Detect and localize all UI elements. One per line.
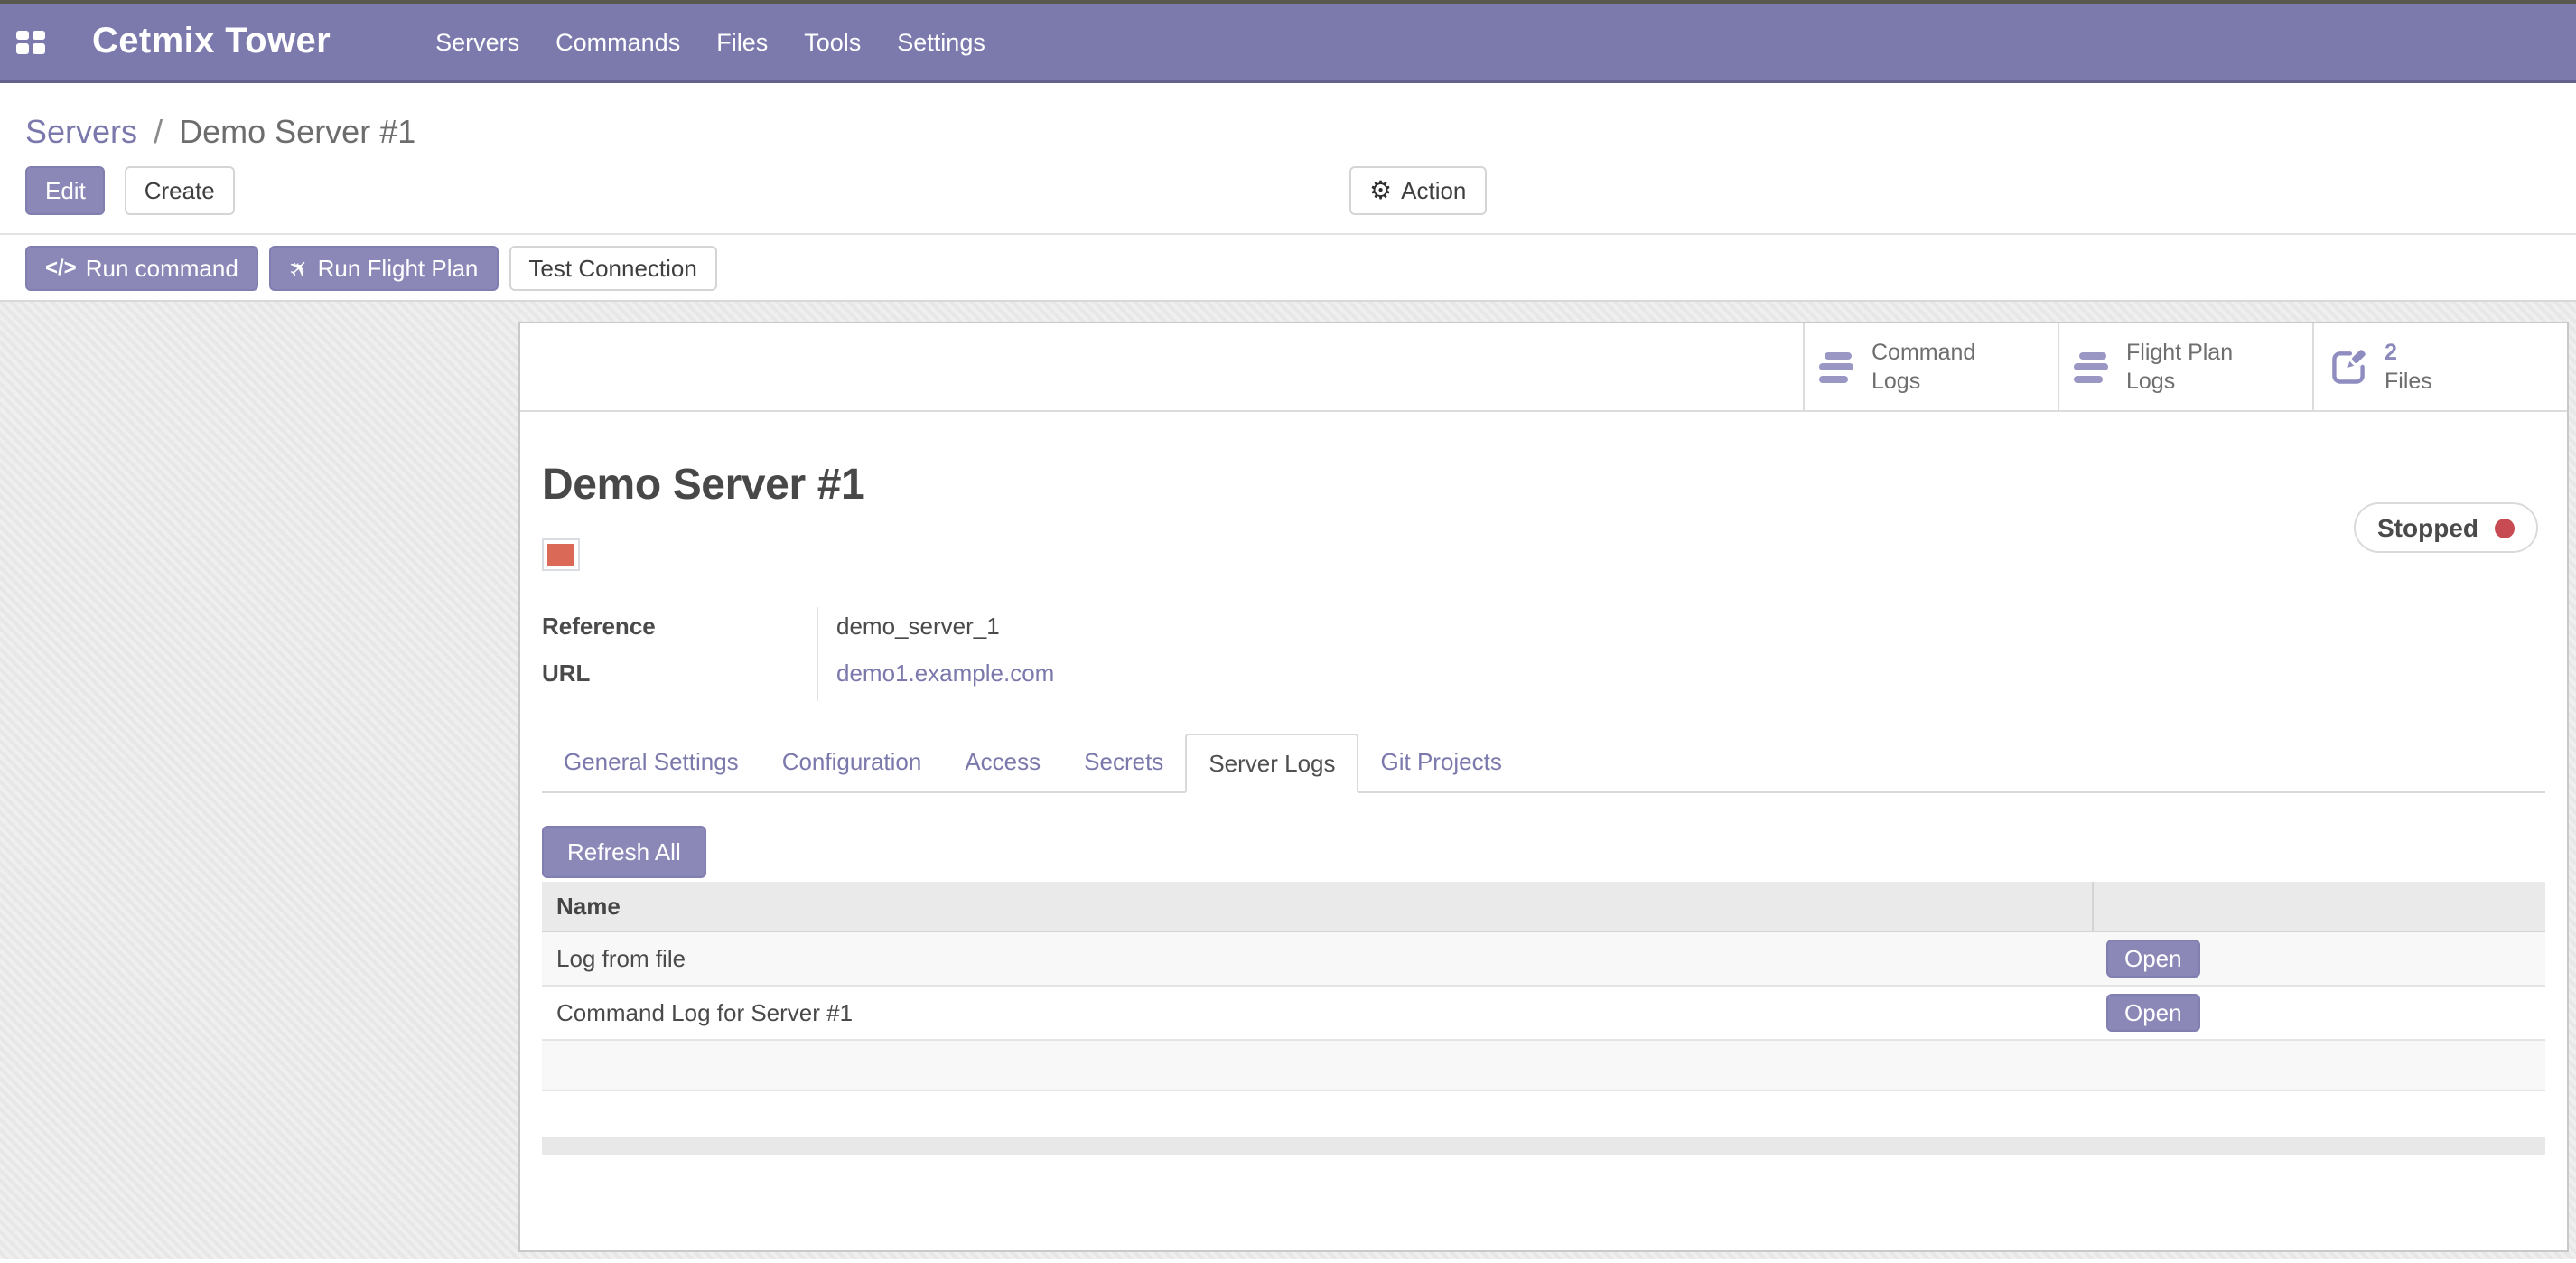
server-action-buttons: </> Run command ✈ Run Flight Plan Test C… <box>0 235 2576 300</box>
server-title: Demo Server #1 <box>542 461 2545 511</box>
stat-button-command-logs[interactable]: Command Logs <box>1803 323 2058 410</box>
breadcrumb: Servers / Demo Server #1 <box>0 83 2576 152</box>
stat-line2: Logs <box>2126 369 2175 394</box>
run-command-label: Run command <box>86 257 238 280</box>
field-value-url-link[interactable]: demo1.example.com <box>836 654 1054 701</box>
tab-server-logs[interactable]: Server Logs <box>1185 734 1358 793</box>
column-header-name[interactable]: Name <box>542 882 2092 931</box>
run-flight-plan-label: Run Flight Plan <box>318 257 479 280</box>
files-count: 2 <box>2385 340 2397 365</box>
tab-access[interactable]: Access <box>943 734 1062 791</box>
open-log-button[interactable]: Open <box>2106 994 2200 1032</box>
edit-button[interactable]: Edit <box>25 166 106 215</box>
stat-button-flight-plan-logs[interactable]: Flight Plan Logs <box>2058 323 2312 410</box>
gear-icon: ⚙ <box>1369 179 1392 202</box>
code-icon: </> <box>45 257 77 280</box>
empty-table-row <box>542 1091 2545 1138</box>
server-sheet-body: Stopped Demo Server #1 Reference URL dem… <box>520 461 2567 1155</box>
control-panel: Servers / Demo Server #1 Edit Create ⚙ A… <box>0 83 2576 300</box>
stat-button-files[interactable]: 2 Files <box>2312 323 2567 410</box>
create-button[interactable]: Create <box>125 166 235 215</box>
stat-button-bar: Command Logs Flight Plan Logs <box>520 323 2567 412</box>
horizontal-scrollbar-track[interactable] <box>542 1138 2545 1155</box>
tab-general-settings[interactable]: General Settings <box>542 734 761 791</box>
stat-line1: Command <box>1871 340 1975 365</box>
nav-item-settings[interactable]: Settings <box>879 28 1003 55</box>
server-form-sheet: Command Logs Flight Plan Logs <box>518 322 2569 1252</box>
breadcrumb-separator: / <box>154 114 163 150</box>
main-menu: Servers Commands Files Tools Settings <box>417 28 1003 55</box>
server-fields: Reference URL demo_server_1 demo1.exampl… <box>542 607 2545 701</box>
test-connection-button[interactable]: Test Connection <box>509 246 716 291</box>
status-label: Stopped <box>2377 513 2478 542</box>
nav-item-servers[interactable]: Servers <box>417 28 537 55</box>
run-flight-plan-button[interactable]: ✈ Run Flight Plan <box>269 246 499 291</box>
breadcrumb-servers-link[interactable]: Servers <box>25 114 137 150</box>
column-header-action <box>2092 882 2545 931</box>
log-name-cell: Log from file <box>542 945 2092 972</box>
list-icon <box>1819 351 1855 382</box>
control-panel-buttons: Edit Create ⚙ Action <box>0 152 2576 215</box>
nav-item-tools[interactable]: Tools <box>786 28 879 55</box>
empty-table-row <box>542 1041 2545 1091</box>
open-log-button[interactable]: Open <box>2106 940 2200 978</box>
table-row[interactable]: Log from file Open <box>542 932 2545 987</box>
nav-item-commands[interactable]: Commands <box>537 28 698 55</box>
stat-line2: Files <box>2385 369 2432 394</box>
plane-icon: ✈ <box>284 253 314 284</box>
field-label-reference: Reference <box>542 607 817 654</box>
main-navbar: Cetmix Tower Servers Commands Files Tool… <box>0 4 2576 83</box>
cetmix-tower-app: Cetmix Tower Servers Commands Files Tool… <box>0 0 2576 1263</box>
refresh-all-button[interactable]: Refresh All <box>542 826 706 878</box>
edit-note-icon <box>2329 347 2368 387</box>
apps-grid-icon[interactable] <box>16 30 45 53</box>
notebook-tabs: General Settings Configuration Access Se… <box>542 734 2545 793</box>
list-icon <box>2074 351 2110 382</box>
tab-git-projects[interactable]: Git Projects <box>1359 734 1524 791</box>
tab-configuration[interactable]: Configuration <box>761 734 944 791</box>
field-value-reference: demo_server_1 <box>836 607 1054 654</box>
status-badge: Stopped <box>2354 502 2538 553</box>
server-logs-table: Name Log from file Open Command Log for … <box>542 882 2545 1155</box>
field-label-url: URL <box>542 654 817 701</box>
breadcrumb-current: Demo Server #1 <box>179 114 415 150</box>
table-row[interactable]: Command Log for Server #1 Open <box>542 987 2545 1041</box>
action-button-label: Action <box>1401 179 1466 202</box>
tab-secrets[interactable]: Secrets <box>1062 734 1185 791</box>
nav-item-files[interactable]: Files <box>698 28 786 55</box>
action-button[interactable]: ⚙ Action <box>1349 166 1486 215</box>
form-view-background: Command Logs Flight Plan Logs <box>0 300 2576 1259</box>
stat-line2: Logs <box>1871 369 1920 394</box>
log-name-cell: Command Log for Server #1 <box>542 999 2092 1026</box>
run-command-button[interactable]: </> Run command <box>25 246 258 291</box>
server-color-swatch[interactable] <box>542 538 580 571</box>
table-header-row: Name <box>542 882 2545 932</box>
stat-line1: Flight Plan <box>2126 340 2233 365</box>
status-dot-icon <box>2495 518 2515 538</box>
app-brand[interactable]: Cetmix Tower <box>92 21 331 62</box>
